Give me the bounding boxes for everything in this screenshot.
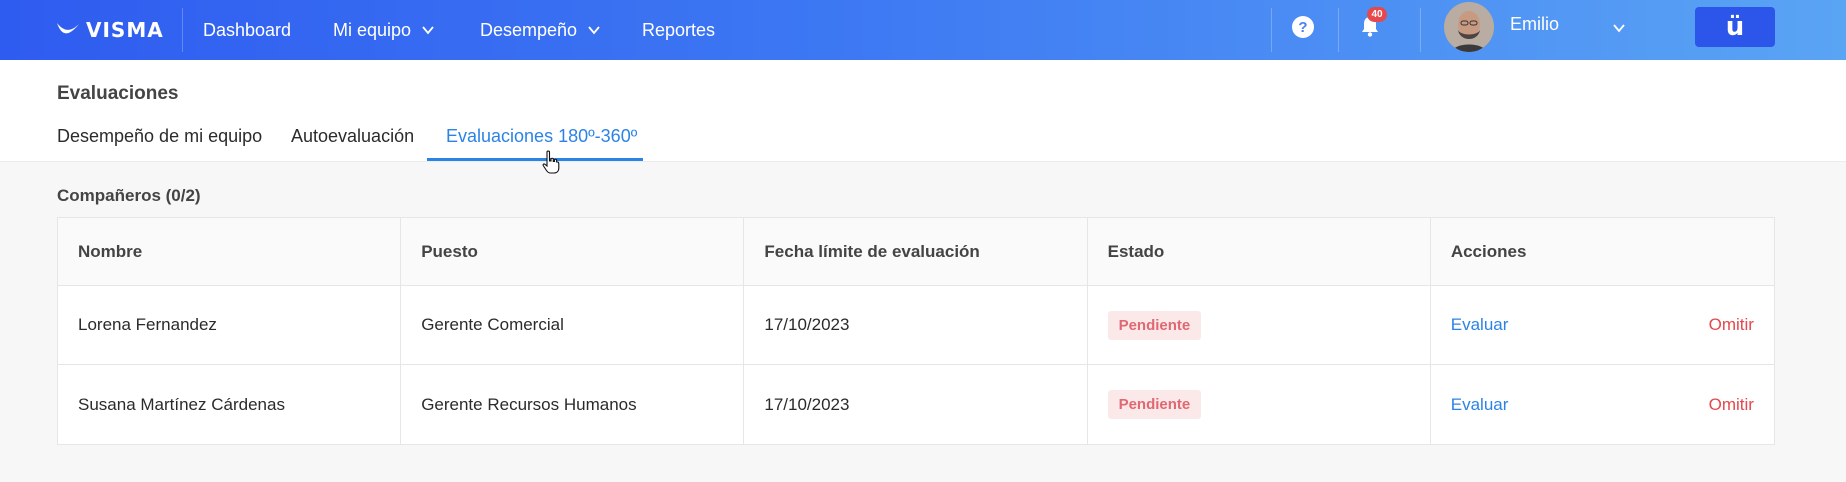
nav-divider bbox=[1338, 8, 1339, 52]
nav-divider bbox=[1271, 8, 1272, 52]
page-header: Evaluaciones Desempeño de mi equipo Auto… bbox=[0, 60, 1846, 162]
evaluations-table: Nombre Puesto Fecha límite de evaluación… bbox=[57, 217, 1775, 445]
user-photo-icon bbox=[1444, 2, 1494, 52]
position-cell: Gerente Comercial bbox=[401, 286, 745, 364]
status-badge: Pendiente bbox=[1107, 310, 1202, 340]
chevron-down-icon bbox=[588, 26, 600, 35]
table-row: Lorena Fernandez Gerente Comercial 17/10… bbox=[58, 286, 1774, 365]
nav-dashboard[interactable]: Dashboard bbox=[203, 0, 291, 60]
app-switcher-glyph: ü bbox=[1725, 12, 1745, 42]
status-badge: Pendiente bbox=[1107, 390, 1202, 419]
column-header: Nombre bbox=[58, 218, 402, 285]
active-tab-indicator bbox=[427, 158, 643, 161]
omitir-link[interactable]: Omitir bbox=[1709, 315, 1754, 335]
user-avatar[interactable] bbox=[1444, 2, 1494, 52]
nav-dashboard-label: Dashboard bbox=[203, 19, 292, 40]
actions-cell: Evaluar Omitir bbox=[1431, 365, 1774, 444]
brand-name: VISMA bbox=[86, 18, 164, 42]
status-cell: Pendiente bbox=[1088, 286, 1431, 364]
table-row: Susana Martínez Cárdenas Gerente Recurso… bbox=[58, 365, 1774, 444]
actions-cell: Evaluar Omitir bbox=[1431, 286, 1774, 364]
nav-desempeno-label: Desempeño bbox=[480, 19, 578, 40]
column-header: Estado bbox=[1088, 218, 1431, 285]
nav-mi-equipo[interactable]: Mi equipo bbox=[333, 0, 435, 60]
tab-autoevaluacion[interactable]: Autoevaluación bbox=[291, 126, 414, 147]
position-cell: Gerente Recursos Humanos bbox=[401, 365, 745, 444]
chevron-down-icon bbox=[422, 26, 434, 35]
nav-reportes[interactable]: Reportes bbox=[642, 0, 715, 60]
visma-swoosh-icon bbox=[57, 23, 79, 34]
column-header: Acciones bbox=[1450, 241, 1527, 261]
section-title: Compañeros (0/2) bbox=[57, 186, 201, 205]
app-switcher-button[interactable]: ü bbox=[1695, 7, 1775, 47]
help-icon[interactable]: ? bbox=[1292, 16, 1314, 38]
nav-reportes-label: Reportes bbox=[642, 19, 716, 40]
top-navigation-bar: VISMA Dashboard Mi equipo Desempeño Repo… bbox=[0, 0, 1846, 60]
tab-desempeno-de-mi-equipo[interactable]: Desempeño de mi equipo bbox=[57, 126, 262, 147]
deadline-cell: 17/10/2023 bbox=[744, 365, 1088, 444]
notification-count-badge: 40 bbox=[1367, 7, 1387, 22]
page-title: Evaluaciones bbox=[57, 83, 179, 104]
chevron-down-icon[interactable] bbox=[1611, 20, 1627, 36]
nav-divider bbox=[182, 8, 183, 52]
hand-pointer-cursor-icon bbox=[542, 150, 560, 174]
column-header: Fecha límite de evaluación bbox=[744, 218, 1088, 285]
evaluar-link[interactable]: Evaluar bbox=[1451, 315, 1509, 335]
name-cell: Susana Martínez Cárdenas bbox=[58, 365, 402, 444]
table-header: Nombre Puesto Fecha límite de evaluación… bbox=[58, 218, 1774, 286]
name-cell: Lorena Fernandez bbox=[58, 286, 402, 364]
nav-divider bbox=[1420, 8, 1421, 52]
tab-evaluaciones-180-360[interactable]: Evaluaciones 180º-360º bbox=[446, 126, 637, 147]
column-header: Puesto bbox=[401, 218, 745, 285]
nav-mi-equipo-label: Mi equipo bbox=[333, 19, 412, 40]
status-cell: Pendiente bbox=[1088, 365, 1431, 444]
omitir-link[interactable]: Omitir bbox=[1709, 395, 1754, 415]
deadline-cell: 17/10/2023 bbox=[744, 286, 1088, 364]
evaluar-link[interactable]: Evaluar bbox=[1451, 395, 1509, 415]
visma-logo[interactable]: VISMA bbox=[56, 15, 164, 45]
user-name[interactable]: Emilio bbox=[1510, 14, 1559, 35]
nav-desempeno[interactable]: Desempeño bbox=[480, 0, 601, 60]
